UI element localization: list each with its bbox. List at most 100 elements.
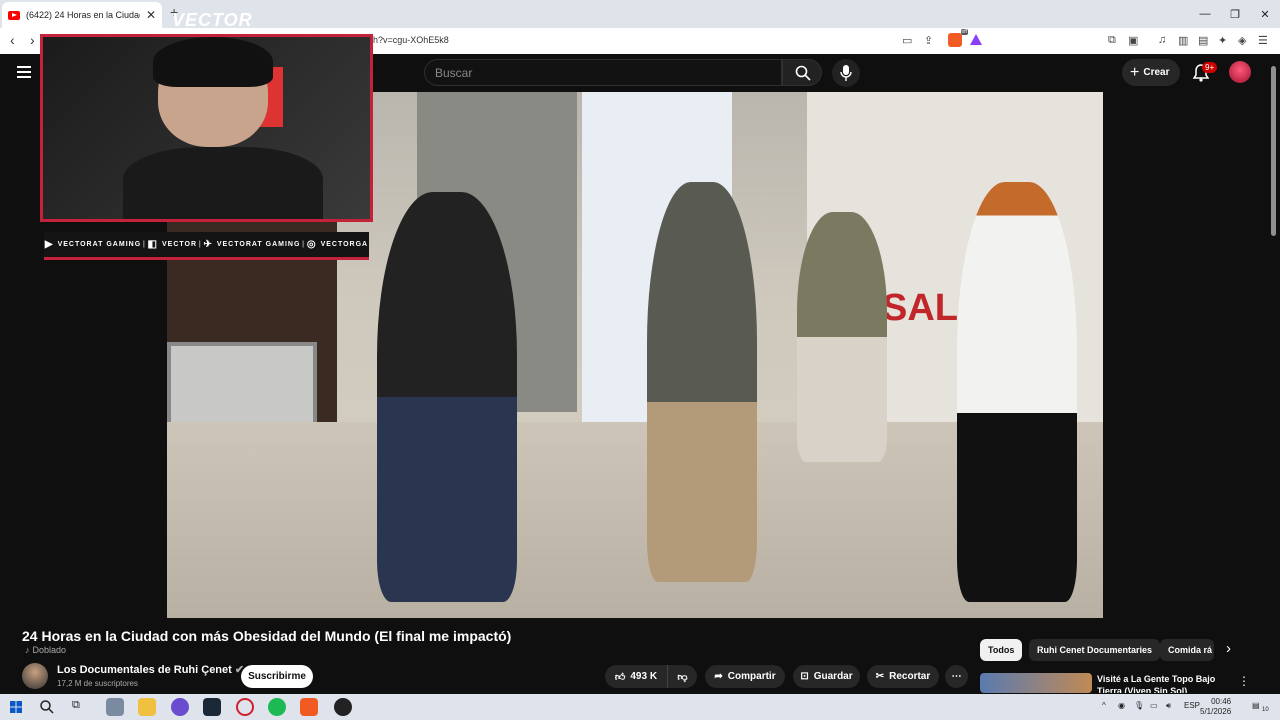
file-explorer-icon[interactable]: [138, 698, 156, 716]
tray-app-icon[interactable]: ◉: [1118, 701, 1125, 710]
webcam-title: VECTOR: [172, 10, 253, 30]
opera-icon[interactable]: [236, 698, 254, 716]
subscriber-count: 17,2 M de suscriptores: [57, 679, 138, 688]
thumbs-up-icon: 👍︎: [614, 671, 626, 683]
windows-start-icon[interactable]: [10, 701, 22, 713]
minimize-icon[interactable]: —: [1188, 0, 1222, 28]
create-label: Crear: [1143, 67, 1170, 78]
tray-chevron-icon[interactable]: ^: [1102, 701, 1106, 710]
spotify-icon[interactable]: [268, 698, 286, 716]
video-title: 24 Horas en la Ciudad con más Obesidad d…: [22, 628, 512, 644]
more-actions-button[interactable]: ⋯: [945, 665, 968, 688]
menu-icon[interactable]: ☰: [1258, 34, 1268, 47]
notification-badge: 9+: [1202, 62, 1218, 73]
network-icon[interactable]: ▭: [1150, 701, 1158, 710]
wallet-icon[interactable]: ▣: [1128, 34, 1138, 47]
share-button[interactable]: ➦ Compartir: [705, 665, 785, 688]
windows-taskbar: ⧉ ^ ◉ 🎙︎ ▭ 🔊︎ ESP 00:46 5/1/2026 ▤ 10: [0, 694, 1280, 720]
app-icon-2[interactable]: [334, 698, 352, 716]
scissors-icon: ✂: [875, 671, 885, 682]
social-youtube: ▶ VECTORAT GAMING: [44, 239, 142, 250]
browser-tab[interactable]: (6422) 24 Horas en la Ciudad co ✕: [2, 2, 162, 28]
bookmark-icon: ⊡: [800, 671, 809, 682]
language-indicator[interactable]: ESP: [1184, 701, 1200, 710]
search-taskbar-icon[interactable]: [40, 700, 54, 714]
shields-badge: off: [960, 29, 968, 35]
leo-ai-icon[interactable]: ✦: [1218, 34, 1227, 47]
extensions-icon[interactable]: ⧉: [1108, 34, 1116, 47]
restore-icon[interactable]: ❐: [1218, 0, 1252, 28]
brave-rewards-icon[interactable]: [970, 34, 982, 45]
chip-channel[interactable]: Ruhi Cenet Documentaries: [1029, 639, 1161, 661]
tab-title: (6422) 24 Horas en la Ciudad co: [26, 10, 140, 20]
cast-icon[interactable]: ▭: [902, 34, 912, 47]
microphone-tray-icon[interactable]: 🎙︎: [1134, 701, 1144, 710]
notification-center-icon[interactable]: ▤: [1252, 701, 1260, 710]
create-button[interactable]: + Crear: [1122, 59, 1180, 86]
forward-icon[interactable]: ›: [30, 32, 35, 48]
recommendation-title[interactable]: Visité a La Gente Topo Bajo Tierra (Vive…: [1097, 673, 1227, 693]
thumbs-down-icon: 👎︎: [677, 671, 688, 683]
video-person: [797, 212, 887, 462]
discord-icon[interactable]: [171, 698, 189, 716]
save-button[interactable]: ⊡ Guardar: [793, 665, 860, 688]
channel-avatar[interactable]: [22, 663, 48, 689]
clock[interactable]: 00:46 5/1/2026: [1200, 697, 1231, 717]
more-horizontal-icon: ⋯: [951, 671, 962, 682]
dislike-button[interactable]: 👎︎: [667, 665, 697, 688]
app-icon[interactable]: [106, 698, 124, 716]
channel-name[interactable]: Los Documentales de Ruhi Çenet ✔: [57, 663, 244, 676]
like-button[interactable]: 👍︎ 493 K: [605, 665, 667, 688]
clock-date: 5/1/2026: [1200, 707, 1232, 716]
wallet-card-icon[interactable]: ▤: [1198, 34, 1208, 47]
video-person: [377, 192, 517, 602]
chip-food[interactable]: Comida rá: [1160, 639, 1214, 661]
recommendation-thumbnail[interactable]: [980, 673, 1092, 693]
brave-icon[interactable]: [300, 698, 318, 716]
share-page-icon[interactable]: ⇪: [924, 34, 933, 47]
youtube-favicon-icon: [8, 10, 20, 20]
brave-shields-icon[interactable]: off: [948, 29, 968, 47]
clip-button[interactable]: ✂ Recortar: [867, 665, 939, 688]
streamer-hair: [153, 37, 273, 87]
share-icon: ➦: [714, 671, 723, 682]
sidebar-icon[interactable]: ▥: [1178, 34, 1188, 47]
vpn-icon[interactable]: ◈: [1238, 34, 1246, 47]
instagram-icon: ◎: [306, 239, 317, 250]
volume-icon[interactable]: 🔊︎: [1166, 701, 1171, 711]
search-input[interactable]: Buscar: [424, 59, 782, 86]
plus-icon: +: [1130, 63, 1140, 81]
streamer-body: [123, 147, 323, 219]
social-twitch: ◧ VECTOR: [147, 239, 198, 250]
steam-icon[interactable]: [203, 698, 221, 716]
search-icon: [795, 65, 811, 81]
window-close-icon[interactable]: ✕: [1248, 0, 1280, 28]
video-person: [957, 182, 1077, 602]
twitter-icon: ✈: [203, 239, 213, 250]
account-avatar[interactable]: [1229, 61, 1251, 83]
voice-search-button[interactable]: [832, 59, 860, 87]
social-twitter: ✈ VECTORAT GAMING: [203, 239, 301, 250]
recommendation-menu-icon[interactable]: ⋮: [1238, 674, 1250, 688]
search-button[interactable]: [782, 59, 822, 86]
social-instagram: ◎ VECTORGA: [306, 239, 369, 250]
webcam-overlay: [40, 34, 373, 222]
task-view-icon[interactable]: ⧉: [72, 699, 80, 712]
chips-next-icon[interactable]: ›: [1226, 640, 1231, 657]
youtube-icon: ▶: [44, 239, 54, 250]
media-icon[interactable]: ♫: [1158, 34, 1166, 46]
dubbed-icon: ♪: [25, 645, 30, 655]
clock-time: 00:46: [1211, 697, 1232, 706]
microphone-icon: [840, 65, 852, 81]
notification-count: 10: [1262, 707, 1269, 713]
social-links-bar: ▶ VECTORAT GAMING | ◧ VECTOR | ✈ VECTORAT G…: [44, 232, 369, 260]
hamburger-menu-icon[interactable]: [17, 66, 31, 78]
chip-all[interactable]: Todos: [980, 639, 1023, 661]
video-person: [647, 182, 757, 582]
subscribe-button[interactable]: Suscribirme: [241, 665, 313, 688]
dubbed-label: ♪ Doblado: [25, 645, 67, 655]
scrollbar[interactable]: [1271, 66, 1276, 236]
back-icon[interactable]: ‹: [10, 32, 15, 48]
twitch-icon: ◧: [147, 239, 158, 250]
close-tab-icon[interactable]: ✕: [146, 8, 156, 22]
